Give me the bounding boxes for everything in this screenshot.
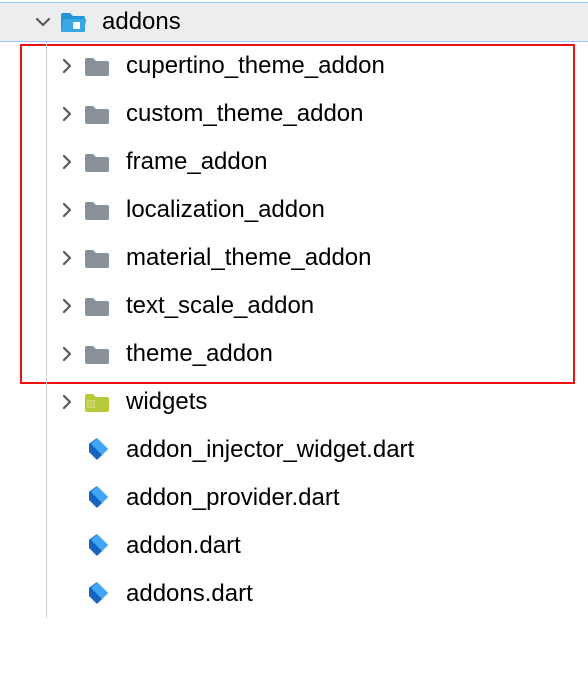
tree-item[interactable]: addon.dart xyxy=(0,522,588,570)
tree-item[interactable]: addons.dart xyxy=(0,570,588,618)
tree-item[interactable]: custom_theme_addon xyxy=(0,90,588,138)
folder-icon xyxy=(82,51,112,81)
chevron-right-icon xyxy=(52,202,82,218)
folder-open-icon xyxy=(58,7,88,37)
tree-item[interactable]: addon_injector_widget.dart xyxy=(0,426,588,474)
tree-item-label: addons xyxy=(102,8,181,36)
tree-item-label: addon_injector_widget.dart xyxy=(126,436,414,464)
dart-file-icon xyxy=(82,435,112,465)
tree-item[interactable]: theme_addon xyxy=(0,330,588,378)
tree-item[interactable]: material_theme_addon xyxy=(0,234,588,282)
tree-item-label: addons.dart xyxy=(126,580,253,608)
tree-item-label: addon.dart xyxy=(126,532,241,560)
folder-icon xyxy=(82,291,112,321)
chevron-right-icon xyxy=(52,106,82,122)
tree-item-label: text_scale_addon xyxy=(126,292,314,320)
chevron-right-icon xyxy=(52,154,82,170)
dart-file-icon xyxy=(82,483,112,513)
tree-item-label: custom_theme_addon xyxy=(126,100,364,128)
tree-item-label: cupertino_theme_addon xyxy=(126,52,385,80)
folder-icon xyxy=(82,147,112,177)
tree-item-label: localization_addon xyxy=(126,196,325,224)
folder-icon xyxy=(82,243,112,273)
folder-widgets-icon xyxy=(82,387,112,417)
chevron-right-icon xyxy=(52,58,82,74)
tree-item-label: frame_addon xyxy=(126,148,267,176)
chevron-right-icon xyxy=(52,298,82,314)
folder-icon xyxy=(82,339,112,369)
tree-item[interactable]: frame_addon xyxy=(0,138,588,186)
tree-item[interactable]: cupertino_theme_addon xyxy=(0,42,588,90)
tree-item[interactable]: addon_provider.dart xyxy=(0,474,588,522)
chevron-down-icon xyxy=(28,14,58,30)
folder-icon xyxy=(82,195,112,225)
chevron-right-icon xyxy=(52,250,82,266)
file-tree: addons cupertino_theme_addon custom_them… xyxy=(0,0,588,618)
dart-file-icon xyxy=(82,579,112,609)
dart-file-icon xyxy=(82,531,112,561)
chevron-right-icon xyxy=(52,346,82,362)
chevron-right-icon xyxy=(52,394,82,410)
tree-item-label: material_theme_addon xyxy=(126,244,372,272)
tree-item-label: theme_addon xyxy=(126,340,273,368)
tree-item-addons[interactable]: addons xyxy=(0,2,588,42)
tree-item-label: addon_provider.dart xyxy=(126,484,340,512)
folder-icon xyxy=(82,99,112,129)
tree-item-label: widgets xyxy=(126,388,207,416)
tree-item[interactable]: widgets xyxy=(0,378,588,426)
tree-item[interactable]: localization_addon xyxy=(0,186,588,234)
tree-item[interactable]: text_scale_addon xyxy=(0,282,588,330)
